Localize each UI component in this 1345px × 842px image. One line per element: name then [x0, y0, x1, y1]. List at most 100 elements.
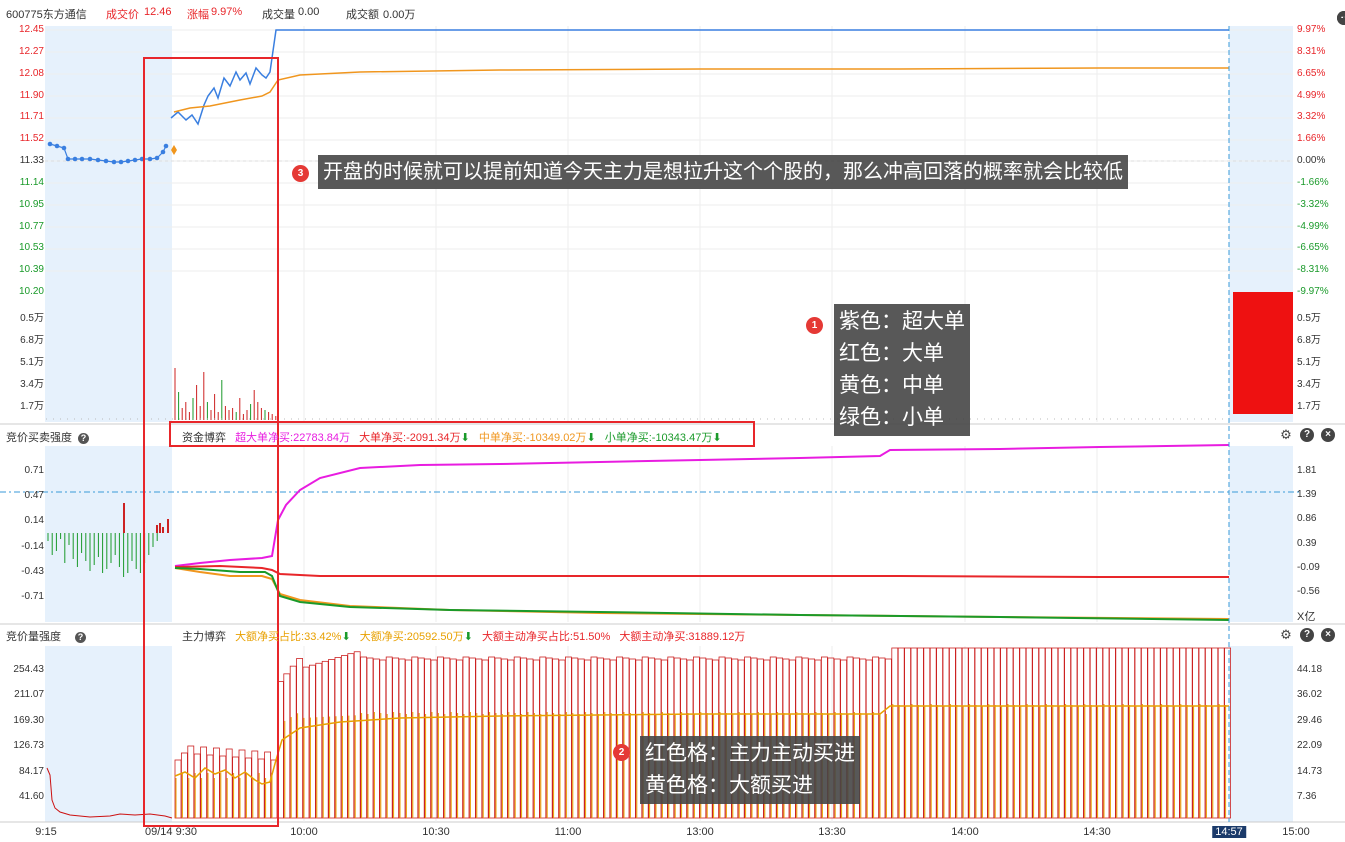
- annotation-badge-3: 3: [292, 165, 309, 182]
- axis-label: 3.4万: [1297, 379, 1321, 390]
- axis-label: -8.31%: [1297, 264, 1329, 276]
- time-label: 10:00: [290, 826, 318, 838]
- help-icon[interactable]: ?: [78, 432, 89, 444]
- auction-dot: [163, 143, 169, 149]
- axis-label: 22.09: [1297, 740, 1323, 752]
- auction-dot: [54, 143, 60, 149]
- super-net-buy: 超大单净买:22783.84万: [235, 432, 350, 444]
- axis-label: -0.56: [1297, 586, 1320, 597]
- axis-label: 211.07: [14, 689, 44, 701]
- axis-label: 6.8万: [1297, 335, 1321, 346]
- auction-dot: [95, 157, 101, 163]
- large-active-net-buy-ratio: 大额主动净买占比:51.50%: [481, 631, 611, 643]
- axis-label: 11.52: [19, 133, 44, 145]
- time-label: 13:00: [686, 826, 714, 838]
- time-label: 15:00: [1282, 826, 1310, 838]
- axis-label: -9.97%: [1297, 286, 1329, 297]
- panel3-title: 竞价量强度?: [6, 628, 86, 644]
- axis-label: -4.99%: [1297, 220, 1329, 232]
- help-icon[interactable]: ?: [1300, 428, 1314, 442]
- close-icon[interactable]: ×: [1321, 428, 1335, 442]
- auction-dot: [72, 156, 78, 162]
- main-force-summary: 主力博弈 大额净买占比:33.42%⬇ 大额净买:20592.50万⬇ 大额主动…: [182, 628, 745, 644]
- large-active-net-buy: 大额主动净买:31889.12万: [619, 631, 746, 643]
- axis-label: 3.32%: [1297, 111, 1326, 123]
- axis-label: 9.97%: [1297, 24, 1326, 35]
- intraday-chart: [0, 26, 1345, 827]
- axis-label: 11.90: [19, 89, 44, 101]
- large-net-buy-ratio: 大额净买占比:33.42%: [235, 631, 342, 643]
- annotation-tip-3: 开盘的时候就可以提前知道今天主力是想拉升这个个股的，那么冲高回落的概率就会比较低: [318, 155, 1128, 189]
- close-icon[interactable]: ×: [1321, 628, 1335, 642]
- panel2-controls: ⚙ ? ×: [1279, 428, 1335, 442]
- time-label: 09/14 9:30: [145, 826, 197, 838]
- axis-label: -1.66%: [1297, 176, 1329, 188]
- axis-label: 0.5万: [20, 313, 44, 324]
- axis-label: 6.65%: [1297, 67, 1326, 79]
- auction-dot: [61, 145, 67, 151]
- axis-label: 0.5万: [1297, 313, 1321, 324]
- fund-summary: 资金博弈 超大单净买:22783.84万 大单净买:-2091.34万⬇ 中单净…: [182, 429, 722, 445]
- auction-dot: [160, 149, 166, 155]
- time-label: 10:30: [422, 826, 450, 838]
- super-large-order-line: [174, 444, 1230, 567]
- axis-label: 11.14: [19, 176, 44, 188]
- axis-label: 0.71: [24, 465, 44, 476]
- axis-label: 10.53: [18, 242, 44, 254]
- axis-label: 12.27: [18, 45, 44, 57]
- axis-label: 10.39: [18, 264, 44, 276]
- time-label: 11:00: [554, 826, 582, 838]
- axis-label: 4.99%: [1297, 89, 1326, 101]
- time-label: 13:30: [818, 826, 846, 838]
- tip1-line: 绿色：小单: [839, 406, 944, 429]
- mid-net-buy: 中单净买:-10349.02万: [478, 432, 587, 444]
- large-net-buy: 大额净买:20592.50万: [359, 631, 464, 643]
- average-price-line: [173, 67, 1229, 113]
- axis-label: -0.09: [1297, 561, 1320, 573]
- large-order-line: [174, 564, 1229, 578]
- axis-label: 10.20: [18, 286, 44, 297]
- small-net-buy: 小单净买:-10343.47万: [604, 432, 713, 444]
- axis-label: 8.31%: [1297, 45, 1326, 57]
- axis-label: 6.8万: [20, 335, 44, 346]
- axis-label: 41.60: [18, 791, 44, 802]
- help-icon[interactable]: ?: [1300, 628, 1314, 642]
- axis-label: 169.30: [13, 714, 44, 726]
- gear-icon[interactable]: ⚙: [1279, 628, 1293, 642]
- main-force-label: 主力博弈: [182, 631, 226, 643]
- axis-label: 126.73: [13, 740, 44, 752]
- axis-label: 14.73: [1297, 765, 1323, 777]
- axis-label: 1.7万: [20, 401, 44, 412]
- annotation-badge-2: 2: [613, 744, 630, 761]
- down-arrow-icon: ⬇: [341, 631, 351, 643]
- axis-label: -0.43: [21, 565, 44, 577]
- axis-label: 11.33: [19, 155, 44, 166]
- axis-label: -0.14: [21, 540, 44, 552]
- tip2-line: 黄色格：大额买进: [645, 774, 813, 797]
- axis-label: 0.14: [24, 515, 44, 527]
- help-icon[interactable]: ?: [75, 631, 86, 643]
- axis-label: 12.45: [18, 24, 44, 35]
- axis-label: 0.00%: [1297, 155, 1326, 166]
- auction-dot: [111, 159, 117, 165]
- axis-label: 0.39: [1297, 537, 1317, 549]
- axis-label: -6.65%: [1297, 242, 1329, 254]
- time-label: 14:30: [1083, 826, 1111, 838]
- auction-dot: [79, 156, 85, 162]
- closing-auction-volume-block: [1233, 292, 1293, 414]
- auction-dot: [132, 157, 138, 163]
- gear-icon[interactable]: ⚙: [1279, 428, 1293, 442]
- auction-dot: [47, 141, 53, 147]
- axis-label: 11.71: [19, 111, 44, 123]
- time-label: 14:57: [1212, 826, 1246, 838]
- down-arrow-icon: ⬇: [712, 432, 722, 444]
- tip1-line: 紫色：超大单: [839, 310, 965, 333]
- auction-dot: [154, 155, 160, 161]
- axis-label: 44.18: [1297, 664, 1323, 675]
- annotation-tip-2: 红色格：主力主动买进 黄色格：大额买进: [640, 736, 860, 804]
- down-arrow-icon: ⬇: [586, 432, 596, 444]
- auction-dot: [118, 159, 124, 165]
- axis-label: 10.77: [18, 220, 44, 232]
- tip1-line: 黄色：中单: [839, 374, 944, 397]
- axis-label: 1.7万: [1297, 401, 1321, 412]
